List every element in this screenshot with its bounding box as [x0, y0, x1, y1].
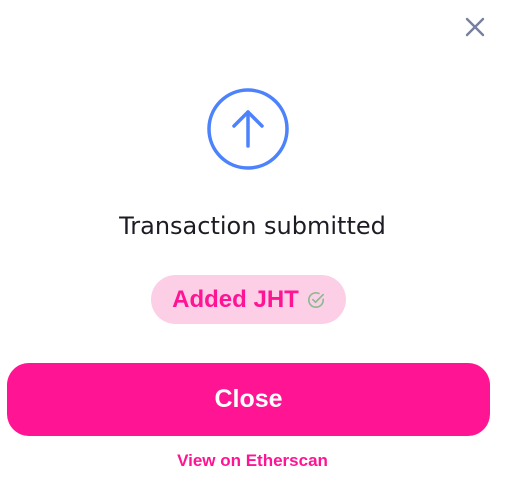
view-on-etherscan-link[interactable]: View on Etherscan [0, 451, 505, 471]
close-button[interactable]: Close [7, 363, 490, 436]
arrow-up-circle-icon [207, 88, 289, 170]
modal-title: Transaction submitted [119, 212, 386, 240]
check-circle-icon [307, 291, 325, 309]
badge-label: Added JHT [172, 285, 299, 313]
close-icon[interactable] [463, 15, 487, 39]
transaction-submitted-modal: Transaction submitted Added JHT Close Vi… [0, 0, 505, 499]
token-added-badge: Added JHT [151, 275, 346, 324]
